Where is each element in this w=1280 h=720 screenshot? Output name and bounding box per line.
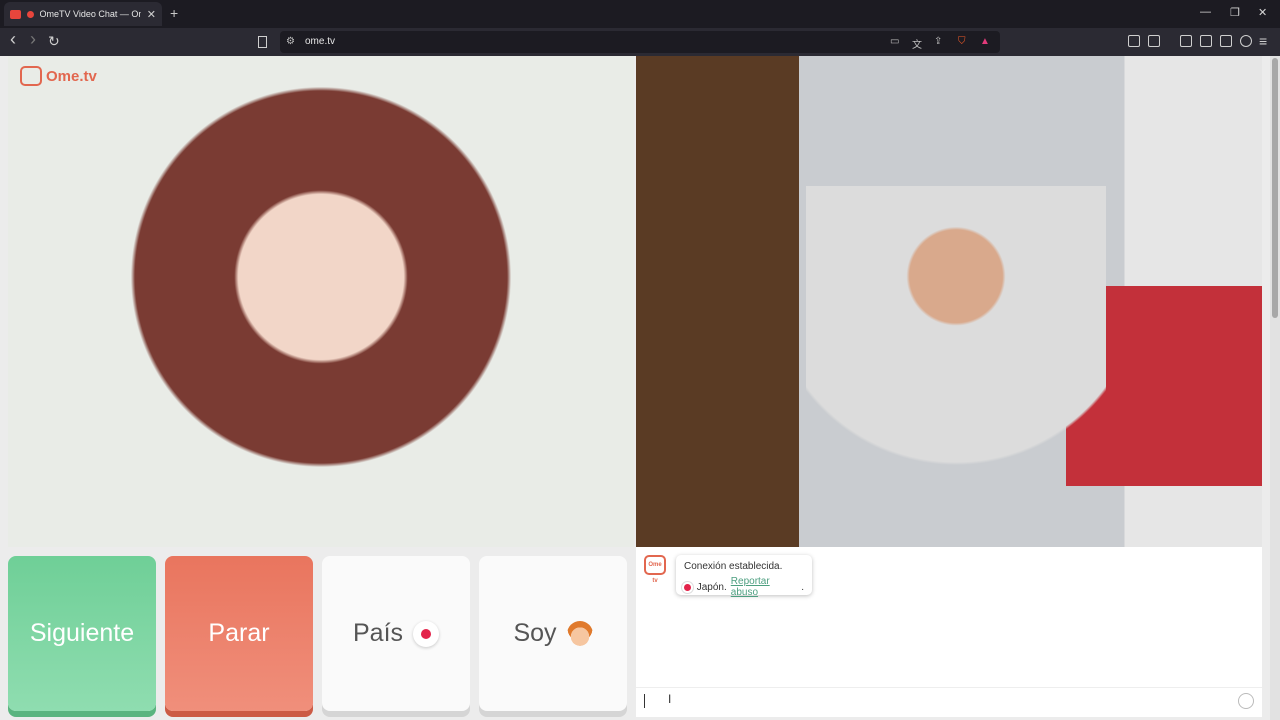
url-text: ome.tv [305, 36, 336, 47]
bookmark-icon[interactable] [258, 36, 267, 48]
forward-icon[interactable]: › [30, 30, 36, 48]
chat-ometv-icon: Ome tv [644, 555, 666, 584]
wallet-icon[interactable] [1200, 35, 1212, 47]
chat-panel: Ome tv Conexión establecida. Japón. Repo… [636, 547, 1262, 717]
report-abuse-link[interactable]: Reportar abuso [731, 576, 797, 598]
minimize-icon[interactable]: — [1200, 6, 1211, 18]
navigation-bar: ‹ › ↻ ⚙ ome.tv ▭ 文 ⇪ ⛉ ▲ ≡ [0, 28, 1280, 56]
tab-bar: OmeTV Video Chat — Omeg ✕ + — ❐ ✕ [0, 0, 1280, 28]
next-label: Siguiente [29, 619, 135, 647]
gender-label: Soy [513, 619, 557, 647]
extensions-icon[interactable] [1128, 35, 1140, 47]
leo-ai-icon[interactable] [1220, 35, 1232, 47]
screenshot-icon[interactable] [1148, 35, 1160, 47]
chat-message-input[interactable]: I [636, 687, 1262, 715]
close-window-icon[interactable]: ✕ [1258, 6, 1267, 19]
text-caret [644, 694, 645, 708]
country-button[interactable]: País [322, 556, 470, 711]
stop-label: Parar [208, 619, 270, 647]
emoji-icon[interactable] [1238, 693, 1254, 709]
stop-button[interactable]: Parar [165, 556, 313, 711]
mouse-text-cursor-icon: I [668, 692, 672, 706]
close-tab-icon[interactable]: ✕ [147, 8, 156, 21]
connection-text: Conexión establecida. [684, 561, 783, 572]
new-tab-button[interactable]: + [170, 5, 178, 21]
sidebar-icon[interactable] [1180, 35, 1192, 47]
logo-text: Ome.tv [46, 67, 97, 85]
country-label: País [352, 619, 404, 647]
local-video: Ome.tv [8, 56, 634, 547]
back-icon[interactable]: ‹ [10, 30, 16, 48]
brave-shield-icon[interactable]: ⛉ [958, 36, 966, 47]
scrollbar-thumb[interactable] [1272, 58, 1278, 318]
next-button[interactable]: Siguiente [8, 556, 156, 711]
address-bar[interactable]: ⚙ ome.tv ▭ 文 ⇪ ⛉ ▲ [280, 31, 1000, 53]
recording-indicator-icon [26, 10, 34, 18]
cast-icon[interactable]: ▭ [890, 36, 899, 47]
ometv-logo[interactable]: Ome.tv [20, 66, 97, 86]
gender-button[interactable]: Soy [479, 556, 627, 711]
remote-video [636, 56, 1262, 547]
browser-tab[interactable]: OmeTV Video Chat — Omeg ✕ [4, 2, 162, 26]
japan-flag-icon [413, 620, 440, 647]
boy-avatar-icon [566, 620, 593, 647]
scrollbar[interactable] [1270, 56, 1280, 720]
youtube-favicon-icon [10, 9, 21, 19]
system-message: Conexión establecida. Japón. Reportar ab… [676, 555, 812, 598]
restore-icon[interactable]: ❐ [1230, 6, 1240, 19]
country-text: Japón. [696, 581, 727, 593]
tab-title: OmeTV Video Chat — Omeg [39, 9, 141, 19]
japan-flag-small-icon [684, 583, 691, 591]
tv-logo-icon [20, 66, 42, 86]
stranger-person [806, 186, 1106, 547]
page-content: Ome.tv Siguiente Parar País Soy Ome tv C… [0, 56, 1280, 720]
vpn-icon[interactable] [1240, 35, 1252, 47]
reload-icon[interactable]: ↻ [48, 33, 60, 49]
rewards-icon[interactable]: ▲ [980, 36, 990, 47]
site-info-icon[interactable]: ⚙ [286, 36, 295, 47]
share-icon[interactable]: ⇪ [934, 36, 942, 47]
translate-icon[interactable]: 文 [912, 36, 922, 51]
menu-icon[interactable]: ≡ [1259, 33, 1267, 49]
